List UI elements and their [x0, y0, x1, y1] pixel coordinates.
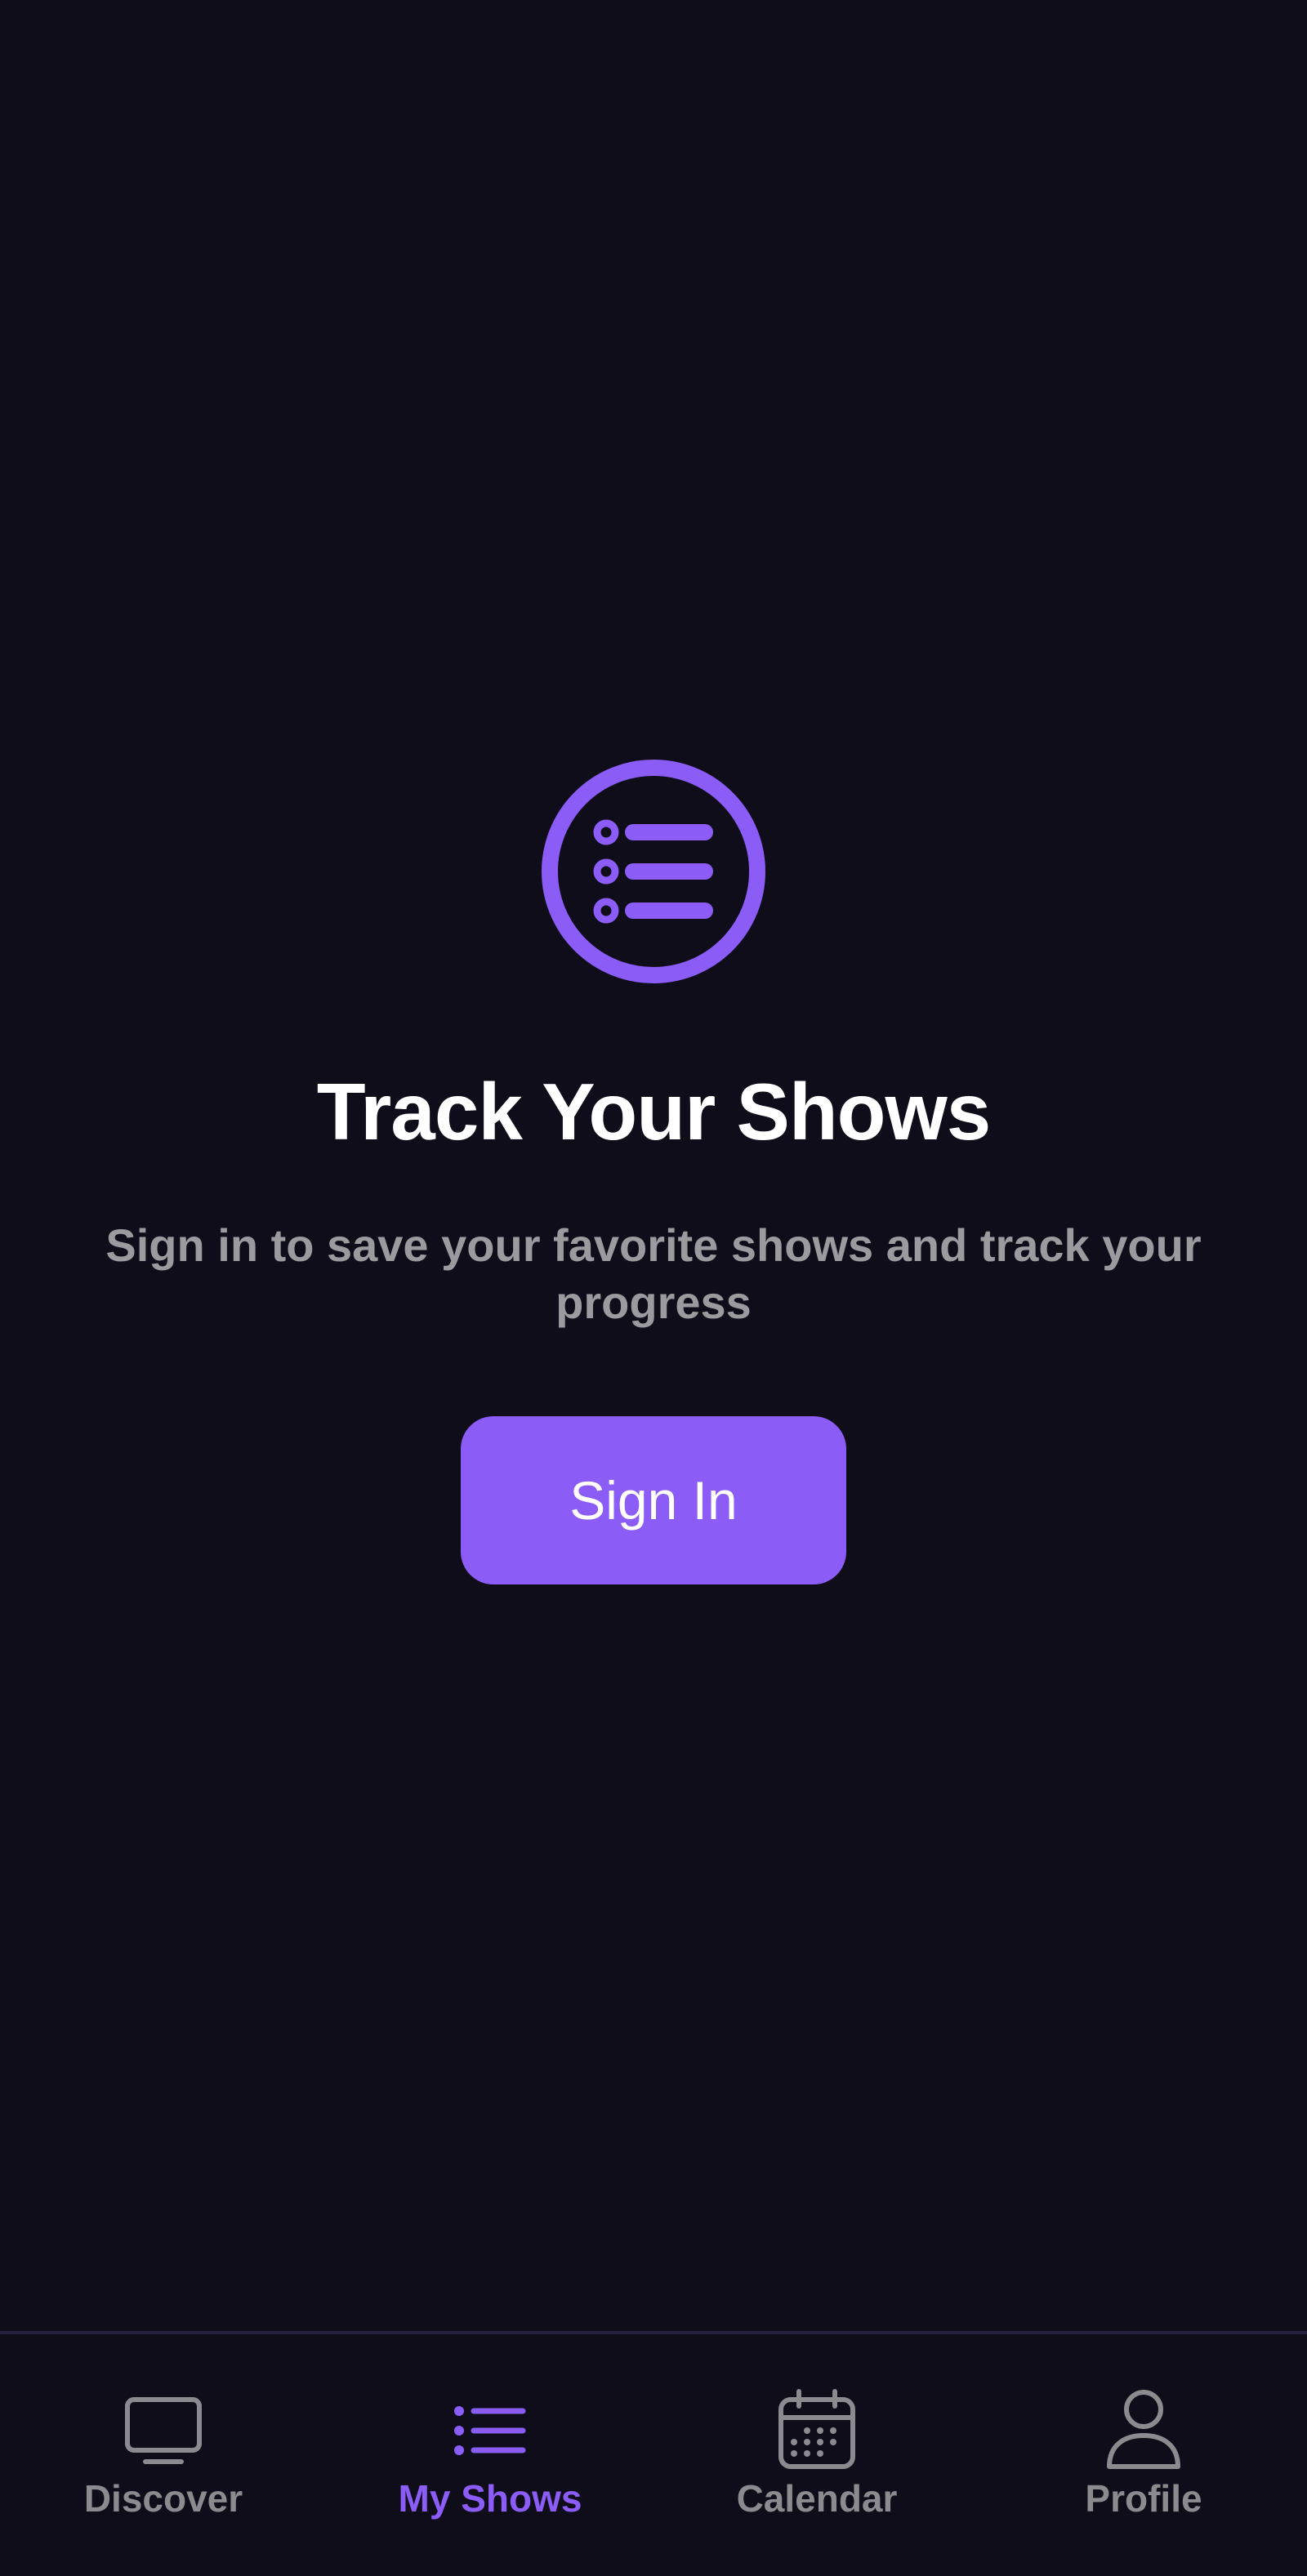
- tab-profile[interactable]: Profile: [980, 2334, 1307, 2576]
- sign-in-button[interactable]: Sign In: [461, 1416, 846, 1584]
- empty-state-title: Track Your Shows: [316, 1067, 992, 1157]
- person-icon: [1107, 2390, 1180, 2469]
- tab-label: Discover: [83, 2477, 243, 2520]
- tab-discover[interactable]: Discover: [0, 2334, 327, 2576]
- tab-my-shows[interactable]: My Shows: [327, 2334, 654, 2576]
- empty-state-subtitle: Sign in to save your favorite shows and …: [105, 1219, 1202, 1328]
- signin-empty-state: Track Your Shows Sign in to save your fa…: [0, 760, 1307, 1584]
- list-icon: [454, 2406, 526, 2455]
- tab-calendar[interactable]: Calendar: [654, 2334, 980, 2576]
- my-shows-screen: Track Your Shows Sign in to save your fa…: [0, 0, 1307, 2576]
- list-circle-icon: [542, 760, 765, 983]
- tab-label: Calendar: [736, 2477, 898, 2520]
- bottom-tab-bar: Discover My Shows Calendar Profile: [0, 2331, 1307, 2576]
- tab-label: Profile: [1085, 2477, 1202, 2520]
- tv-icon: [125, 2397, 202, 2464]
- tab-label: My Shows: [398, 2477, 582, 2520]
- calendar-icon: [778, 2389, 855, 2469]
